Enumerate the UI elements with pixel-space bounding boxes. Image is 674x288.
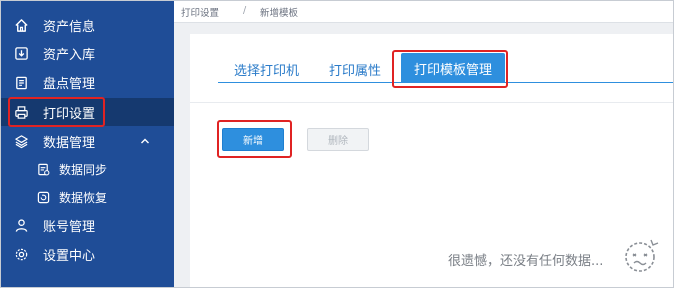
sidebar-item-label: 盘点管理: [43, 76, 96, 92]
sidebar-item-inventory[interactable]: 盘点管理: [1, 68, 174, 96]
sidebar-item-asset-inbound[interactable]: 资产入库: [1, 39, 174, 67]
layers-icon: [13, 133, 29, 149]
delete-button[interactable]: 删除: [307, 128, 369, 151]
breadcrumb-current: 新增模板: [260, 8, 299, 19]
sidebar: 资产信息 资产入库 盘点管理 打印设置 数据管理 数据同步 数据恢复 账号管理 …: [1, 1, 174, 287]
sidebar-item-label: 资产信息: [43, 19, 96, 35]
sidebar-item-settings-center[interactable]: 设置中心: [1, 240, 174, 268]
sidebar-item-label: 数据同步: [59, 162, 108, 177]
content-card: 选择打印机 打印属性 打印模板管理 新增 删除 很遗憾，还没有任何数据...: [190, 34, 673, 287]
sidebar-item-asset-info[interactable]: 资产信息: [1, 11, 174, 39]
sync-doc-icon: [37, 163, 50, 176]
sidebar-item-data-management[interactable]: 数据管理: [1, 127, 174, 155]
sad-face-icon: [620, 234, 662, 276]
empty-state-text: 很遗憾，还没有任何数据...: [448, 254, 604, 269]
tab-highlight-box: [392, 50, 508, 88]
breadcrumb-parent-link[interactable]: 打印设置: [181, 5, 219, 19]
sidebar-item-label: 设置中心: [43, 248, 96, 264]
breadcrumb: 打印设置 / 新增模板: [174, 1, 673, 23]
main-content: 打印设置 / 新增模板 选择打印机 打印属性 打印模板管理 新增 删除 很遗憾，…: [174, 1, 673, 287]
print-settings-highlight-box: [8, 97, 105, 127]
sidebar-item-account-management[interactable]: 账号管理: [1, 211, 174, 239]
chevron-up-icon[interactable]: [140, 135, 150, 145]
add-button-highlight-box: [217, 120, 292, 158]
tab-print-properties[interactable]: 打印属性: [329, 60, 381, 82]
download-icon: [13, 45, 29, 61]
sidebar-item-label: 数据恢复: [59, 190, 108, 205]
home-icon: [13, 17, 29, 33]
divider: [190, 102, 673, 103]
sidebar-item-label: 账号管理: [43, 219, 96, 235]
breadcrumb-separator: /: [243, 5, 247, 16]
gear-icon: [13, 246, 29, 262]
sidebar-item-label: 数据管理: [43, 135, 96, 151]
clipboard-icon: [13, 74, 29, 90]
app-window: 资产信息 资产入库 盘点管理 打印设置 数据管理 数据同步 数据恢复 账号管理 …: [0, 0, 674, 288]
tab-select-printer[interactable]: 选择打印机: [234, 60, 299, 82]
sidebar-subitem-data-sync[interactable]: 数据同步: [1, 155, 174, 183]
sidebar-item-label: 资产入库: [43, 47, 96, 63]
restore-icon: [37, 191, 50, 204]
sidebar-subitem-data-restore[interactable]: 数据恢复: [1, 183, 174, 211]
user-icon: [13, 217, 29, 233]
